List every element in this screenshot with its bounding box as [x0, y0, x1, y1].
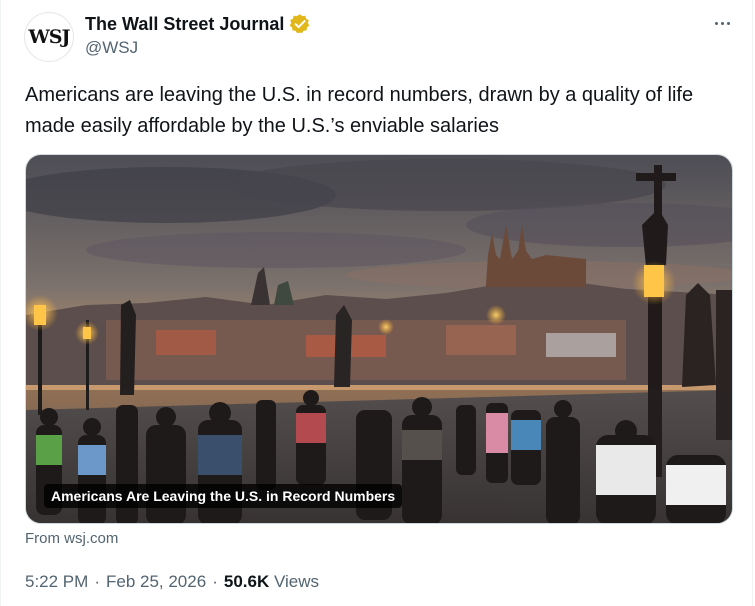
more-options-button[interactable]: [707, 12, 737, 34]
avatar-logo-text: WSJ: [28, 26, 70, 48]
more-horizontal-icon: [714, 21, 718, 25]
tweet-text: Americans are leaving the U.S. in record…: [25, 84, 694, 137]
meta-separator: ·: [212, 572, 218, 591]
avatar[interactable]: WSJ: [24, 12, 74, 62]
author-name-row: The Wall Street Journal: [85, 12, 311, 36]
link-card-title: Americans Are Leaving the U.S. in Record…: [44, 484, 403, 508]
tweet-date[interactable]: Feb 25, 2026: [106, 572, 206, 592]
link-source[interactable]: From wsj.com: [25, 530, 118, 547]
author-handle[interactable]: @WSJ: [85, 38, 138, 58]
prague-bridge-photo: [26, 155, 732, 523]
verified-badge-icon[interactable]: [289, 13, 311, 35]
tweet-card: WSJ The Wall Street Journal @WSJ America…: [0, 0, 753, 606]
link-card-image[interactable]: Americans Are Leaving the U.S. in Record…: [25, 154, 733, 524]
views-count: 50.6K: [223, 572, 270, 591]
author-display-name[interactable]: The Wall Street Journal: [85, 14, 284, 35]
views-label: Views: [273, 572, 320, 591]
tweet-meta: 5:22 PM · Feb 25, 2026 · 50.6K Views: [25, 572, 319, 592]
tweet-time[interactable]: 5:22 PM: [25, 572, 88, 592]
meta-separator: ·: [94, 572, 100, 591]
